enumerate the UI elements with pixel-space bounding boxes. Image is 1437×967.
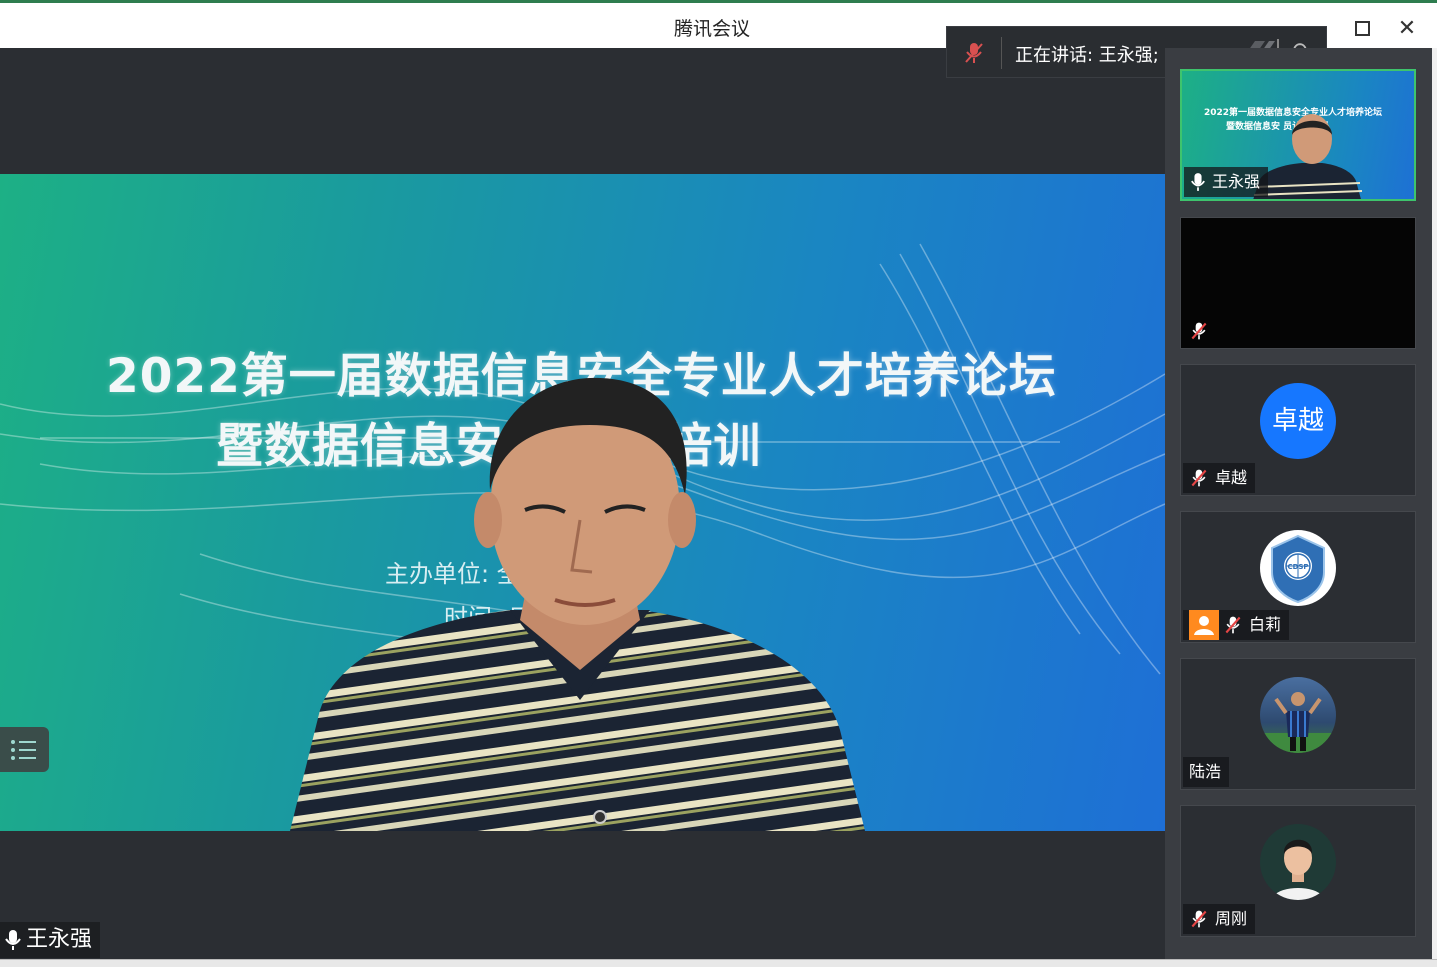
participant-tile[interactable]: 卓越 卓越 [1180, 364, 1416, 496]
muted-mic-icon [1191, 910, 1207, 928]
mic-icon [5, 930, 21, 950]
close-icon: ✕ [1397, 16, 1417, 41]
participant-label: 陆浩 [1183, 757, 1230, 787]
avatar: 卓越 [1260, 383, 1336, 459]
mic-icon [1191, 173, 1205, 191]
speaking-separator [1001, 37, 1002, 69]
avatar-photo [1272, 839, 1324, 900]
participant-name: 白莉 [1249, 615, 1282, 634]
speaker-video [290, 377, 865, 831]
user-icon [1189, 610, 1219, 640]
participant-name: 王永强 [1212, 172, 1261, 191]
muted-mic-icon[interactable] [963, 41, 985, 65]
avatar-photo [1260, 692, 1336, 753]
main-speaker-name: 王永强 [26, 927, 93, 952]
participant-tile[interactable]: 陆浩 [1180, 658, 1416, 790]
maximize-button[interactable] [1349, 16, 1375, 42]
avatar: CDSP [1260, 530, 1336, 606]
cdsp-logo-icon: CDSP [1271, 534, 1325, 604]
main-video[interactable]: 2022第一届数据信息安全专业人才培养论坛 暨数据信息安 员认证培训 主办单位:… [0, 174, 1165, 831]
avatar [1260, 677, 1336, 753]
list-icon [11, 740, 36, 760]
avatar [1260, 824, 1336, 900]
muted-mic-icon [1191, 322, 1207, 340]
participant-label [1183, 316, 1223, 346]
participant-name: 陆浩 [1189, 762, 1222, 781]
participant-tile[interactable]: CDSP 白莉 [1180, 511, 1416, 643]
speaking-text: 正在讲话: 王永强; [1015, 45, 1159, 66]
participant-name: 卓越 [1215, 468, 1248, 487]
participant-tile[interactable] [1180, 217, 1416, 349]
main-speaker-name-tag: 王永强 [0, 922, 101, 958]
maximize-icon [1354, 21, 1370, 36]
muted-mic-icon [1191, 469, 1207, 487]
participant-label: 周刚 [1183, 904, 1256, 934]
participant-tile[interactable]: 2022第一届数据信息安全专业人才培养论坛 暨数据信息安 员认证培训 王永强 [1180, 69, 1416, 201]
meeting-window: 腾讯会议 ✕ 2022第一届数据信息安全专业人才培养论坛 暨数据信息安 员认证培… [0, 0, 1437, 967]
participant-label: 白莉 [1183, 610, 1290, 640]
muted-mic-icon [1225, 616, 1241, 634]
close-button[interactable]: ✕ [1394, 16, 1420, 42]
bottom-edge [0, 959, 1437, 967]
participant-tile[interactable]: 周刚 [1180, 805, 1416, 937]
participant-label: 卓越 [1183, 463, 1256, 493]
member-list-button[interactable] [0, 727, 49, 772]
participant-label: 王永强 [1184, 167, 1269, 197]
avatar-text: CDSP [1287, 563, 1308, 571]
thumbnail-speaker [1253, 114, 1362, 199]
window-edge [1432, 48, 1437, 959]
participant-name: 周刚 [1215, 909, 1248, 928]
